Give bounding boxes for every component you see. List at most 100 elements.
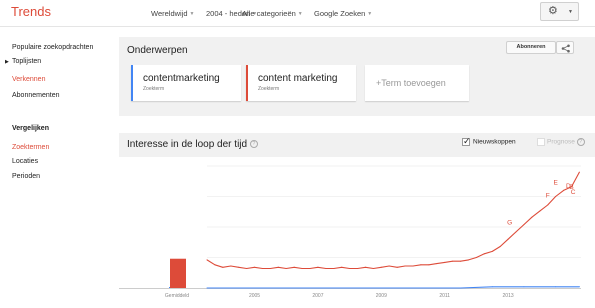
term-name: contentmarketing — [143, 73, 220, 84]
news-annotation-letter: E — [553, 179, 558, 186]
news-annotation-letter: G — [507, 220, 512, 227]
series-point — [436, 263, 438, 265]
series-point — [349, 268, 351, 269]
term-type: Zoekterm — [143, 86, 165, 92]
series-line — [206, 171, 580, 270]
term-color-bar — [131, 65, 133, 101]
series-point — [523, 286, 525, 288]
series-point — [507, 238, 509, 240]
series-point — [563, 189, 565, 191]
series-point — [468, 259, 469, 261]
series-point — [491, 286, 493, 288]
series-point — [246, 268, 248, 269]
help-icon[interactable]: ? — [249, 140, 258, 149]
series-point — [460, 287, 462, 289]
series-point — [238, 266, 240, 268]
filter-category[interactable]: Alle categorieën ▼ — [242, 9, 303, 18]
news-headlines-checkbox[interactable]: Nieuwskoppen — [462, 136, 516, 147]
expand-arrow-icon: ▶ — [5, 59, 9, 65]
series-point — [380, 266, 382, 268]
term-type: Zoekterm — [258, 86, 280, 92]
filter-region[interactable]: Wereldwijd ▼ — [151, 9, 195, 18]
term-name: content marketing — [258, 73, 338, 84]
interest-title: Interesse in de loop der tijd ? — [127, 139, 258, 150]
average-bar — [170, 258, 186, 288]
help-icon[interactable]: ? — [576, 138, 585, 146]
series-point — [357, 268, 359, 269]
sidebar-item-popular-searches[interactable]: Populaire zoekopdrachten — [12, 44, 93, 51]
series-point — [578, 286, 580, 288]
x-tick-label: 2005 — [249, 293, 260, 299]
series-point — [539, 210, 541, 212]
settings-button[interactable]: ⚙ ▼ — [540, 2, 579, 21]
chevron-down-icon: ▼ — [568, 9, 573, 15]
filter-search-type[interactable]: Google Zoeken ▼ — [314, 9, 372, 18]
series-point — [460, 260, 462, 262]
series-point — [317, 266, 319, 268]
series-point — [365, 266, 366, 268]
interest-title-text: Interesse in de loop der tijd — [127, 139, 248, 150]
filter-search-type-label: Google Zoeken — [314, 9, 366, 18]
app-logo[interactable]: Trends — [11, 4, 51, 19]
sidebar-item-locations[interactable]: Locaties — [12, 158, 38, 165]
series-point — [547, 204, 549, 206]
sidebar-item-top-charts[interactable]: ▶ Toplijsten — [5, 58, 42, 65]
series-point — [555, 196, 557, 197]
checkbox-checked-icon — [462, 136, 471, 147]
sidebar: Populaire zoekopdrachten ▶ Toplijsten Ver… — [0, 27, 112, 308]
filter-category-label: Alle categorieën — [242, 9, 296, 18]
checkbox-icon — [537, 138, 545, 146]
series-point — [491, 250, 493, 252]
gear-icon: ⚙ — [548, 5, 558, 17]
x-tick-label: 2013 — [503, 293, 514, 299]
series-point — [428, 264, 430, 266]
series-point — [412, 265, 414, 267]
forecast-label: Prognose — [547, 138, 575, 146]
share-button[interactable] — [556, 41, 574, 54]
series-point — [333, 287, 335, 289]
series-point — [277, 266, 279, 268]
series-point — [452, 260, 454, 262]
average-label: Gemiddeld — [165, 293, 189, 299]
series-point — [372, 268, 374, 269]
x-tick-label: 2007 — [312, 293, 323, 299]
sidebar-item-subscriptions[interactable]: Abonnementen — [12, 92, 59, 99]
chevron-down-icon: ▼ — [189, 11, 195, 17]
forecast-checkbox[interactable]: Prognose ? — [537, 138, 585, 146]
interest-chart: Gemiddeld 2005 2007 2009 2011 2013GFEDCB — [119, 165, 581, 299]
series-point — [230, 265, 232, 267]
top-bar: Trends Wereldwijd ▼ 2004 - heden ▼ Alle ca… — [0, 0, 595, 27]
series-point — [206, 259, 208, 261]
series-point — [325, 268, 327, 269]
series-point — [444, 261, 446, 263]
sidebar-item-periods[interactable]: Perioden — [12, 173, 40, 180]
sidebar-item-search-terms[interactable]: Zoektermen — [12, 144, 49, 151]
series-point — [293, 266, 295, 268]
term-card-content-marketing[interactable]: content marketing Zoekterm — [246, 65, 356, 101]
subscribe-button[interactable]: Abonneren — [506, 41, 556, 54]
topics-panel: Onderwerpen Abonneren contentmarketing Z… — [119, 37, 595, 116]
term-card-contentmarketing[interactable]: contentmarketing Zoekterm — [131, 65, 241, 101]
series-point — [404, 265, 406, 267]
series-point — [262, 268, 263, 269]
series-point — [396, 266, 398, 268]
add-term-button[interactable]: +Term toevoegen — [365, 65, 469, 101]
series-point — [396, 287, 398, 289]
series-point — [531, 216, 533, 218]
series-point — [555, 286, 557, 288]
add-term-label: +Term toevoegen — [376, 78, 446, 88]
sidebar-item-explore[interactable]: Verkennen — [12, 76, 45, 83]
topics-title: Onderwerpen — [127, 45, 188, 56]
news-annotation-letter: F — [546, 193, 550, 200]
news-annotation-letter: B — [569, 184, 573, 191]
chevron-down-icon: ▼ — [297, 11, 303, 17]
series-point — [420, 264, 422, 266]
series-point — [388, 265, 390, 267]
series-point — [206, 287, 208, 289]
sidebar-item-label: Toplijsten — [12, 58, 42, 65]
series-point — [578, 171, 580, 173]
series-point — [214, 264, 216, 266]
series-point — [269, 287, 271, 289]
series-point — [269, 268, 271, 269]
series-point — [515, 231, 517, 233]
